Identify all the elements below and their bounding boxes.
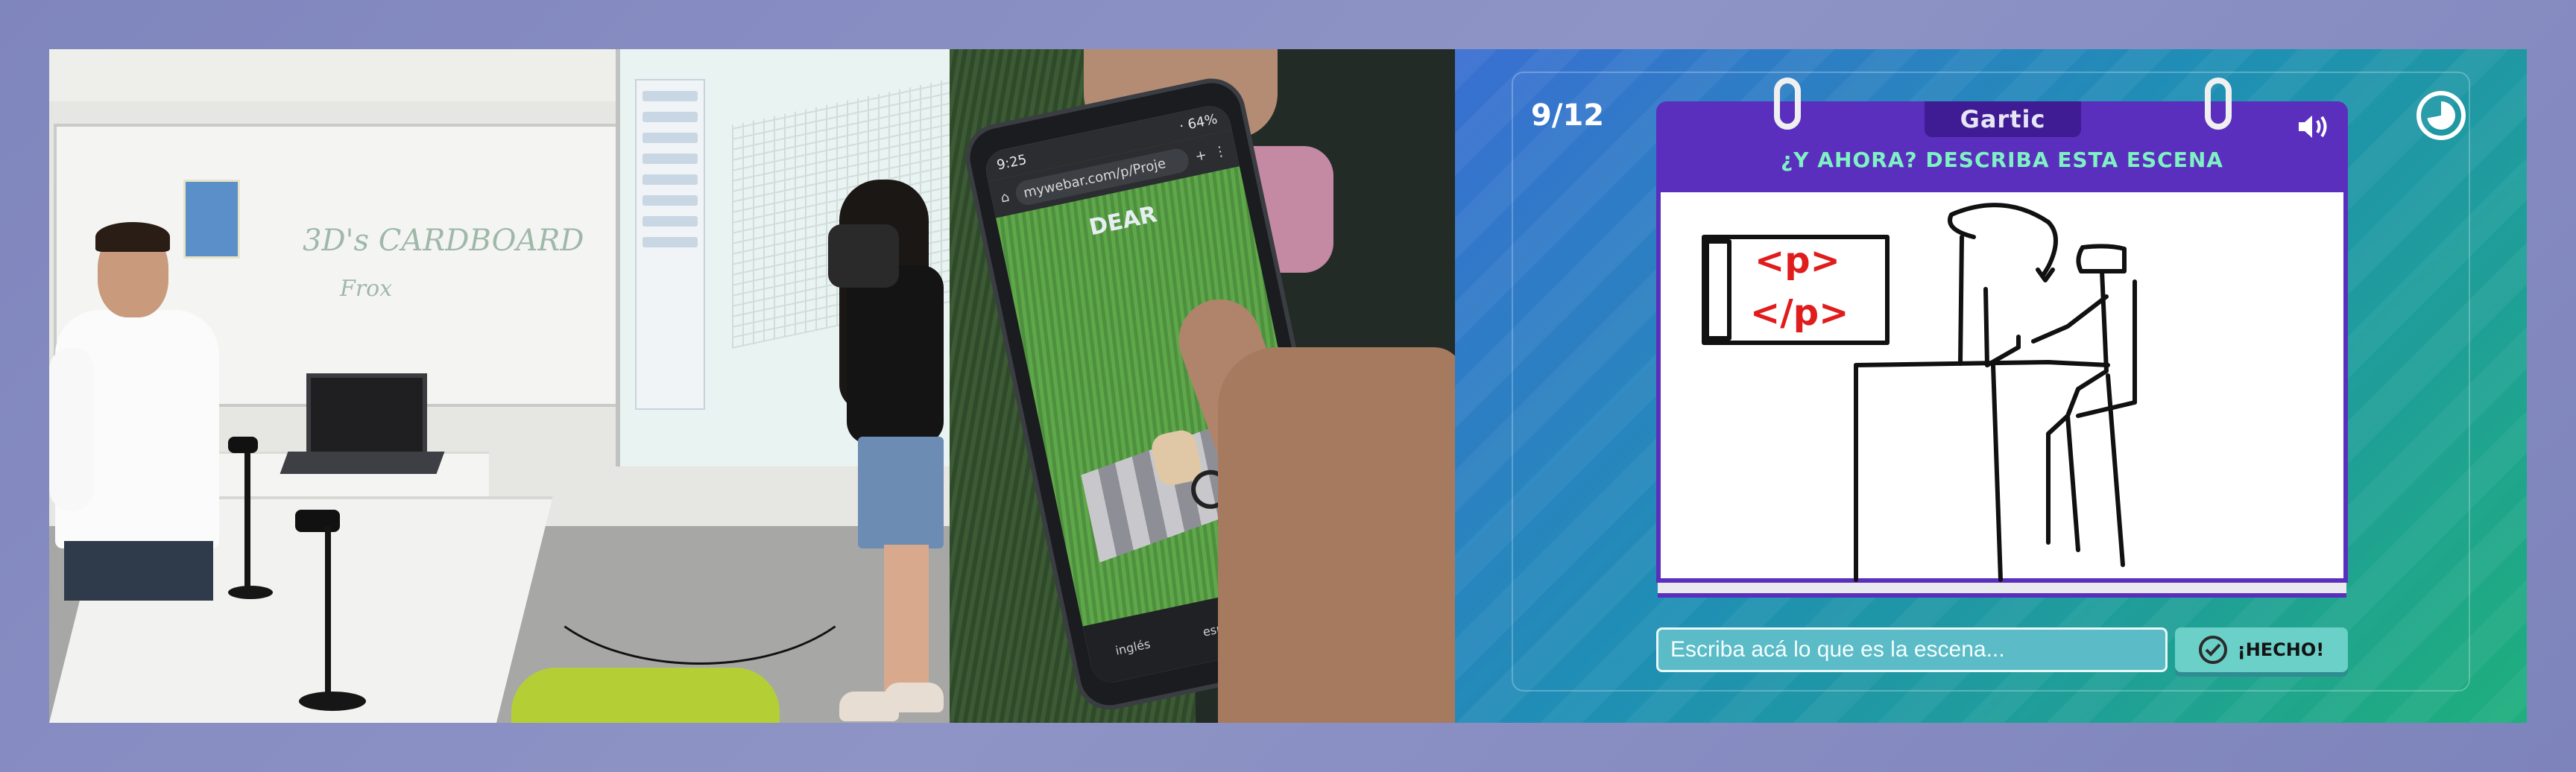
- check-icon: [2198, 636, 2227, 664]
- sensor-stand-base: [299, 692, 366, 711]
- home-icon[interactable]: ⌂: [999, 189, 1011, 206]
- drawn-tag-close: </p>: [1750, 292, 1849, 334]
- whiteboard-writing: Frox: [340, 276, 393, 302]
- man-hair: [95, 222, 170, 252]
- laptop-keyboard: [280, 452, 445, 474]
- drawn-arrow: [1948, 203, 2058, 282]
- drawing-canvas: <p> </p>: [1656, 192, 2348, 583]
- sheet-bottom: [1658, 583, 2346, 598]
- timer-icon: [2416, 91, 2466, 140]
- binder-ring-icon: [2205, 77, 2232, 130]
- sensor-stand: [325, 526, 331, 697]
- round-counter: 9/12: [1531, 98, 1605, 133]
- man-arm: [49, 347, 94, 511]
- gartic-game-screen: 9/12 Gartic ¿Y AHORA? DESCRIBA ESTA ESCE…: [1455, 49, 2527, 723]
- cable: [526, 466, 874, 665]
- woman-shirt: [847, 265, 944, 444]
- woman-shorts: [858, 437, 944, 548]
- gartic-logo: Gartic: [1925, 101, 2081, 137]
- tracking-sensor: [295, 510, 340, 532]
- tracking-sensor: [228, 437, 258, 453]
- hand: [1218, 347, 1455, 723]
- projected-sidebar: [635, 79, 705, 410]
- language-option[interactable]: inglés: [1114, 636, 1152, 657]
- laptop-screen: [306, 373, 427, 457]
- drawing-sketch: <p> </p>: [1702, 203, 2137, 582]
- sensor-stand: [244, 452, 250, 593]
- man-pants: [64, 541, 213, 601]
- photo-classroom-vr: 3D's CARDBOARD Frox: [49, 49, 950, 723]
- binder-ring-icon: [1774, 77, 1801, 130]
- sound-icon[interactable]: [2297, 113, 2332, 140]
- scene-description-input[interactable]: [1656, 627, 2168, 672]
- woman-legs: [884, 545, 929, 701]
- green-chair: [511, 668, 780, 723]
- done-button-label: ¡HECHO!: [2237, 639, 2325, 660]
- sheet-header: Gartic ¿Y AHORA? DESCRIBA ESTA ESCENA: [1656, 77, 2348, 192]
- drawn-monitor-bar: [1705, 239, 1731, 341]
- photo-phone-ar: 9:25 ⋅ 64% ⌂ mywebar.com/p/Proje + ⋮ DEA…: [950, 49, 1455, 723]
- drawn-body: [2046, 269, 2109, 545]
- whiteboard-writing: 3D's CARDBOARD: [303, 224, 584, 258]
- drawn-desk: [1854, 360, 2110, 367]
- prompt-heading: ¿Y AHORA? DESCRIBA ESTA ESCENA: [1781, 148, 2223, 172]
- status-battery: ⋅ 64%: [1178, 110, 1219, 135]
- shoe: [884, 683, 944, 712]
- drawn-tag-open: <p>: [1755, 240, 1840, 282]
- add-tab-icon[interactable]: +: [1194, 147, 1208, 165]
- wall-poster: [183, 180, 240, 259]
- sensor-stand-base: [228, 586, 273, 599]
- drawn-head: [2076, 244, 2127, 273]
- vr-headset: [828, 224, 899, 288]
- menu-icon[interactable]: ⋮: [1212, 142, 1228, 160]
- done-button[interactable]: ¡HECHO!: [2175, 627, 2348, 672]
- status-time: 9:25: [995, 151, 1029, 174]
